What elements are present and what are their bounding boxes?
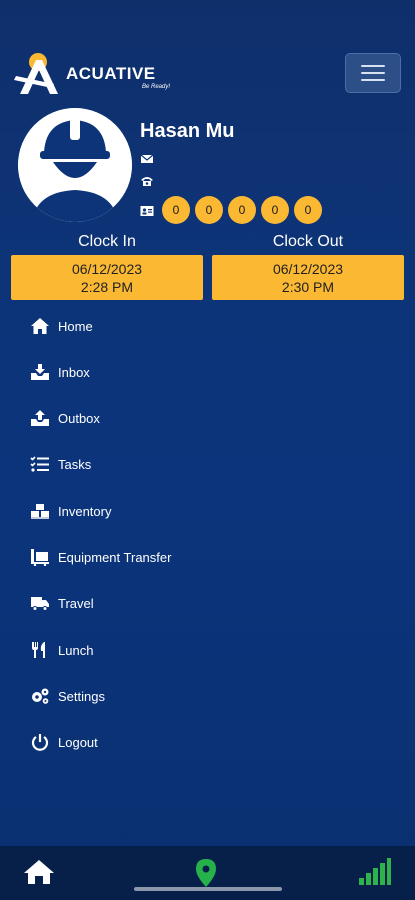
- clock-out-button[interactable]: 06/12/2023 2:30 PM: [212, 255, 404, 300]
- clock-out-time: 2:30 PM: [281, 279, 335, 295]
- menu-item-home[interactable]: Home: [30, 311, 330, 341]
- inventory-icon: [31, 504, 49, 519]
- app-header: ACUATIVE Be Ready!: [0, 44, 415, 102]
- menu-item-label: Logout: [58, 734, 98, 750]
- menu-item-label: Settings: [58, 688, 105, 704]
- id-card-icon: [140, 206, 154, 216]
- profile-name: Hasan Mu: [140, 120, 235, 142]
- signal-icon[interactable]: [358, 858, 392, 886]
- acuative-logo: ACUATIVE Be Ready!: [14, 50, 184, 98]
- clock-in-date: 06/12/2023: [71, 261, 143, 277]
- inbox-icon: [31, 364, 49, 380]
- power-icon: [31, 734, 49, 751]
- gears-icon: [32, 688, 49, 704]
- menu-item-logout[interactable]: Logout: [30, 727, 330, 757]
- clock-out-label: Clock Out: [272, 233, 344, 250]
- brand-name: ACUATIVE: [66, 64, 156, 83]
- location-pin-icon[interactable]: [195, 858, 217, 888]
- home-icon: [31, 318, 49, 334]
- logo-mark-icon: [14, 53, 58, 94]
- hamburger-line: [361, 79, 385, 81]
- counter-badge[interactable]: 0: [162, 196, 190, 224]
- counter-badge[interactable]: 0: [294, 196, 322, 224]
- menu-item-tasks[interactable]: Tasks: [30, 449, 330, 479]
- menu-item-inbox[interactable]: Inbox: [30, 357, 330, 387]
- clock-in-time: 2:28 PM: [80, 279, 134, 295]
- counter-badge[interactable]: 0: [195, 196, 223, 224]
- menu-item-label: Outbox: [58, 410, 100, 426]
- counter-badge[interactable]: 0: [228, 196, 256, 224]
- truck-icon: [31, 597, 49, 611]
- email-icon: [140, 154, 154, 163]
- counter-group: 0 0 0 0 0: [162, 196, 322, 224]
- menu-item-travel[interactable]: Travel: [30, 588, 330, 618]
- avatar: [18, 108, 132, 222]
- menu-item-label: Tasks: [58, 456, 92, 472]
- menu-item-label: Inventory: [58, 503, 112, 519]
- brand-tagline: Be Ready!: [142, 84, 171, 90]
- clock-in-button[interactable]: 06/12/2023 2:28 PM: [11, 255, 203, 300]
- menu-item-lunch[interactable]: Lunch: [30, 635, 330, 665]
- phone-icon: [141, 177, 153, 186]
- worker-helmet-icon: [18, 108, 132, 222]
- menu-item-label: Inbox: [58, 364, 90, 380]
- clock-out-date: 06/12/2023: [272, 261, 344, 277]
- counter-badge[interactable]: 0: [261, 196, 289, 224]
- bottom-nav-bar: [0, 846, 415, 900]
- hamburger-line: [361, 72, 385, 74]
- clock-in-label: Clock In: [78, 233, 136, 250]
- menu-item-label: Travel: [58, 595, 94, 611]
- menu-item-inventory[interactable]: Inventory: [30, 496, 330, 526]
- menu-item-settings[interactable]: Settings: [30, 681, 330, 711]
- menu-item-label: Home: [58, 318, 93, 334]
- outbox-icon: [31, 410, 49, 426]
- hamburger-menu-button[interactable]: [345, 53, 401, 93]
- menu-item-equipment-transfer[interactable]: Equipment Transfer: [30, 542, 330, 572]
- home-indicator[interactable]: [134, 887, 282, 891]
- tasks-icon: [30, 456, 49, 472]
- home-icon[interactable]: [22, 858, 56, 886]
- menu-item-label: Lunch: [58, 642, 94, 658]
- utensils-icon: [32, 642, 45, 658]
- hamburger-line: [361, 65, 385, 67]
- menu-item-outbox[interactable]: Outbox: [30, 403, 330, 433]
- pallet-icon: [31, 549, 49, 566]
- menu-item-label: Equipment Transfer: [58, 549, 172, 565]
